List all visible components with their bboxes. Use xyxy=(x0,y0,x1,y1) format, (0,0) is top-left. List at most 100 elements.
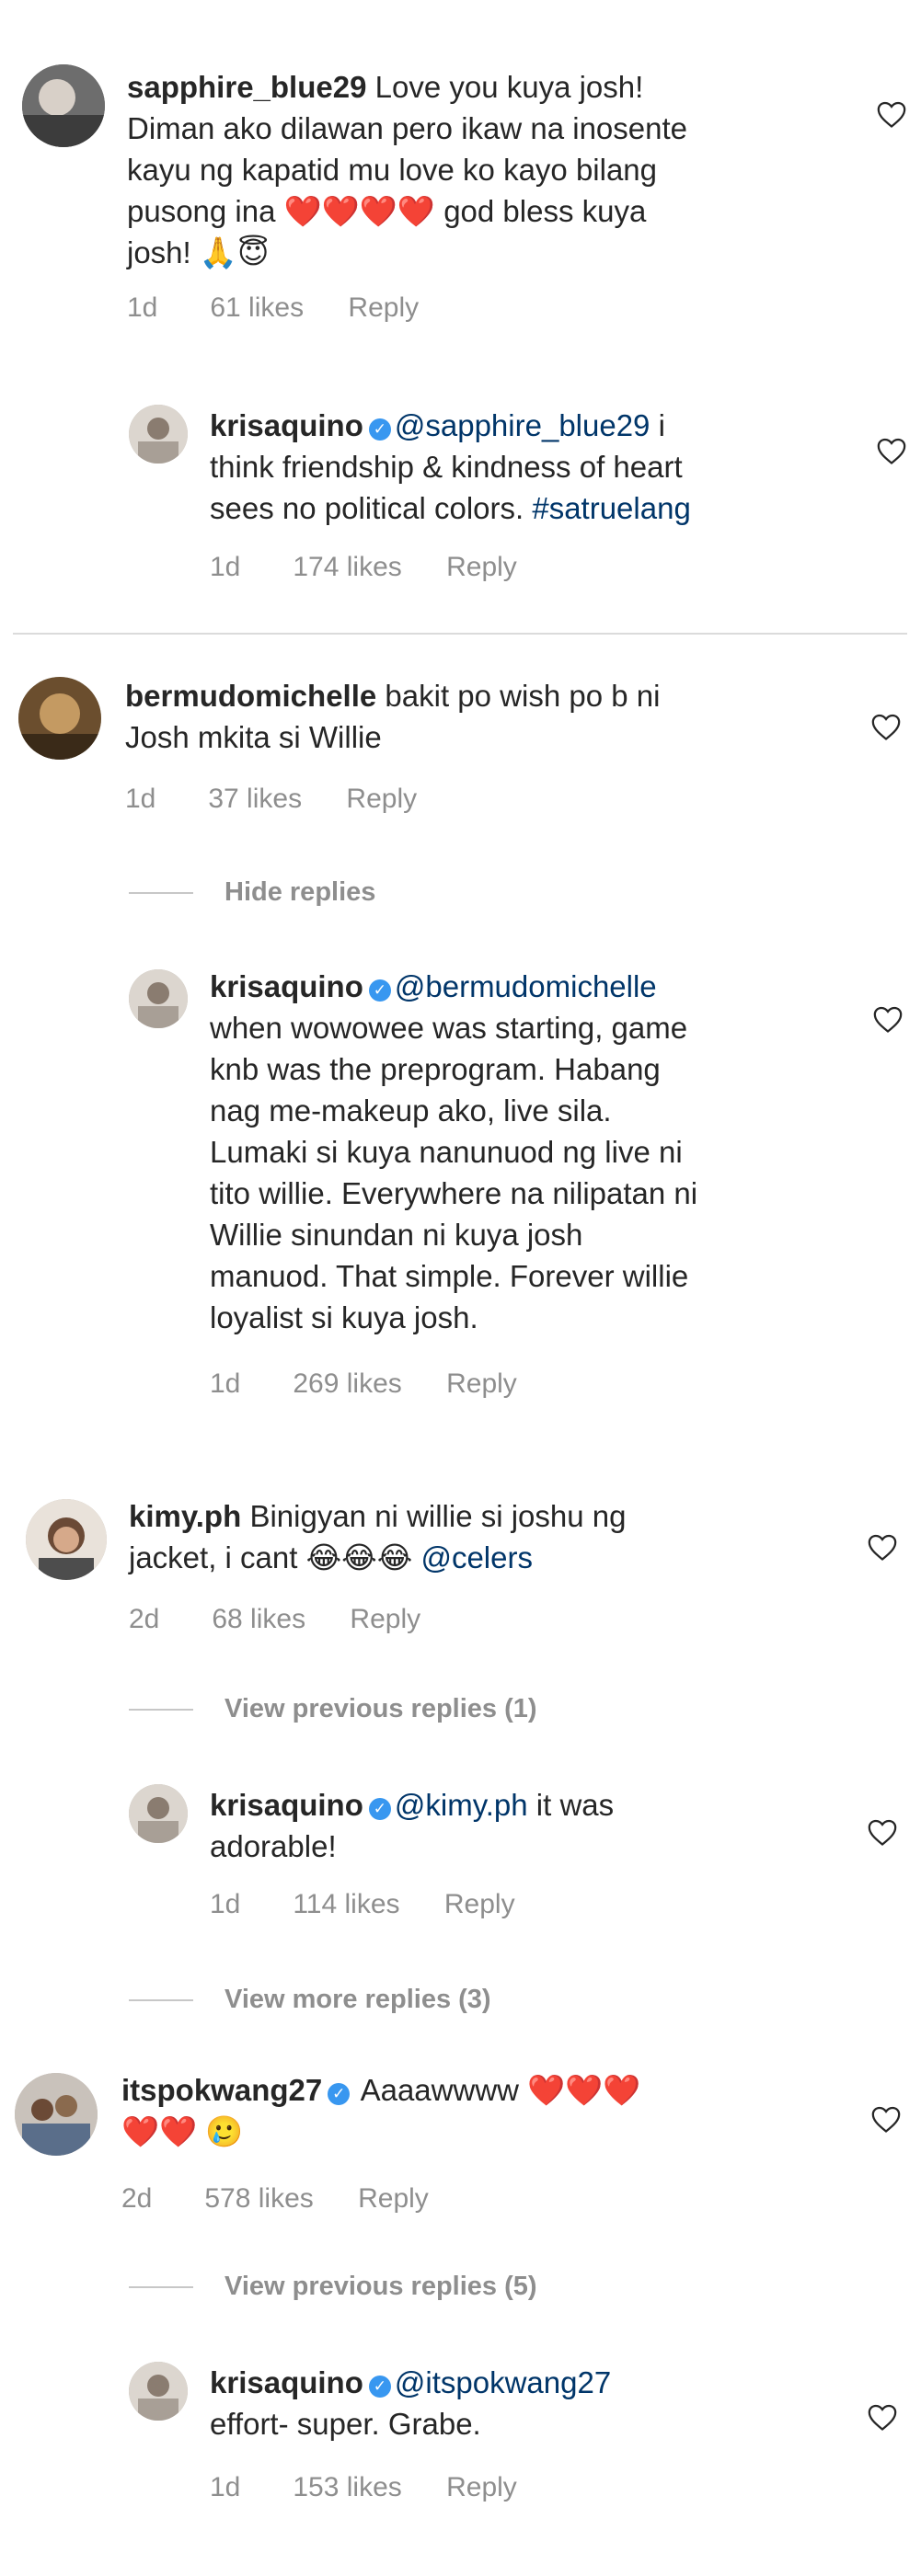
username[interactable]: krisaquino xyxy=(210,408,363,442)
toggle-label: View more replies (3) xyxy=(224,1985,491,2014)
toggle-line xyxy=(129,892,193,895)
comment-meta: 2d 578 likes Reply xyxy=(121,2183,429,2215)
comment-text: krisaquino ✓ @itspokwang27 effort- super. … xyxy=(210,2362,854,2444)
reply-button[interactable]: Reply xyxy=(444,1889,515,1920)
comment-line: Aaaawwww xyxy=(360,2073,519,2107)
avatar[interactable] xyxy=(18,677,101,760)
like-heart-icon[interactable] xyxy=(872,1004,904,1034)
timestamp: 1d xyxy=(210,1368,241,1399)
toggle-label: Hide replies xyxy=(224,877,376,907)
comment-text: itspokwang27 ✓ Aaaawwww ❤️❤️❤️ ❤️❤️ 🥲 xyxy=(121,2069,821,2152)
emoji-hearts: ❤️❤️ 🥲 xyxy=(121,2114,244,2148)
comment-line: knb was the preprogram. Habang xyxy=(210,1052,661,1086)
comment-line: think friendship & kindness of heart xyxy=(210,450,683,484)
mention-link[interactable]: @celers xyxy=(420,1540,533,1574)
timestamp: 2d xyxy=(129,1604,160,1634)
like-heart-icon[interactable] xyxy=(876,99,907,129)
verified-badge-icon: ✓ xyxy=(368,2376,391,2398)
reply-button[interactable]: Reply xyxy=(348,292,419,324)
comment-text: krisaquino ✓ @bermudomichelle when wowowee… xyxy=(210,966,854,1338)
avatar[interactable] xyxy=(129,405,188,464)
mention-link[interactable]: @bermudomichelle xyxy=(395,969,657,1003)
like-heart-icon[interactable] xyxy=(870,2104,902,2134)
comment-text: krisaquino ✓ @kimy.ph it was adorable! xyxy=(210,1784,854,1867)
comment-line: it was xyxy=(535,1788,615,1822)
comment-meta: 2d 68 likes Reply xyxy=(129,1604,420,1635)
comment-line: manuod. That simple. Forever willie xyxy=(210,1259,689,1293)
like-heart-icon[interactable] xyxy=(870,712,902,741)
like-count[interactable]: 269 likes xyxy=(293,1368,401,1400)
comment-meta: 1d 61 likes Reply xyxy=(127,292,419,324)
comment-text: sapphire_blue29 Love you kuya josh! Dima… xyxy=(127,66,845,273)
comment-meta: 1d 153 likes Reply xyxy=(210,2472,517,2503)
like-heart-icon[interactable] xyxy=(867,1817,898,1847)
comment-line: Lumaki si kuya nanunuod ng live ni xyxy=(210,1135,683,1169)
hide-replies-toggle[interactable]: Hide replies xyxy=(129,877,375,908)
like-count[interactable]: 114 likes xyxy=(293,1889,399,1920)
mention-link[interactable]: @sapphire_blue29 xyxy=(395,408,650,442)
avatar[interactable] xyxy=(15,2073,98,2156)
reply-button[interactable]: Reply xyxy=(446,2472,517,2503)
reply-button[interactable]: Reply xyxy=(350,1604,420,1635)
comment-line: Binigyan ni willie si joshu ng xyxy=(249,1499,627,1533)
avatar[interactable] xyxy=(26,1499,107,1580)
mention-link[interactable]: @itspokwang27 xyxy=(395,2365,611,2399)
username[interactable]: krisaquino xyxy=(210,969,363,1003)
emoji-hearts: ❤️❤️❤️ xyxy=(527,2073,641,2107)
comment-line: adorable! xyxy=(210,1829,337,1863)
timestamp: 2d xyxy=(121,2183,153,2214)
comment-line: i xyxy=(658,408,665,442)
comment-line: pusong ina xyxy=(127,194,276,228)
toggle-label: View previous replies (1) xyxy=(224,1694,537,1723)
view-more-replies-toggle[interactable]: View more replies (3) xyxy=(129,1985,491,2015)
reply-button[interactable]: Reply xyxy=(446,1368,517,1400)
timestamp: 1d xyxy=(210,1889,241,1919)
comment-meta: 1d 269 likes Reply xyxy=(210,1368,517,1400)
verified-badge-icon: ✓ xyxy=(368,979,391,1002)
toggle-line xyxy=(129,2286,193,2289)
like-count[interactable]: 174 likes xyxy=(293,552,401,583)
comment-text: kimy.ph Binigyan ni willie si joshu ng j… xyxy=(129,1495,828,1578)
avatar[interactable] xyxy=(22,64,105,147)
view-previous-replies-toggle[interactable]: View previous replies (5) xyxy=(129,2272,537,2302)
reply-button[interactable]: Reply xyxy=(358,2183,429,2215)
like-count[interactable]: 61 likes xyxy=(210,292,304,324)
like-count[interactable]: 68 likes xyxy=(212,1604,305,1635)
timestamp: 1d xyxy=(210,2472,241,2502)
comment-line: jacket, i cant xyxy=(129,1540,298,1574)
comment-line: josh! xyxy=(127,235,191,269)
avatar[interactable] xyxy=(129,969,188,1028)
comment-text: krisaquino ✓ @sapphire_blue29 i think frie… xyxy=(210,405,854,529)
comment-line: bakit po wish po b ni xyxy=(385,679,661,713)
verified-badge-icon: ✓ xyxy=(328,2083,351,2105)
comment-meta: 1d 174 likes Reply xyxy=(210,552,517,583)
comment-line: tito willie. Everywhere na nilipatan ni xyxy=(210,1176,698,1210)
like-heart-icon[interactable] xyxy=(876,436,907,465)
reply-button[interactable]: Reply xyxy=(346,784,417,815)
like-heart-icon[interactable] xyxy=(867,1532,898,1562)
avatar[interactable] xyxy=(129,1784,188,1843)
like-count[interactable]: 153 likes xyxy=(293,2472,401,2503)
hashtag-link[interactable]: #satruelang xyxy=(532,491,690,525)
avatar[interactable] xyxy=(129,2362,188,2421)
comment-line: sees no political colors. xyxy=(210,491,524,525)
username[interactable]: bermudomichelle xyxy=(125,679,376,713)
like-heart-icon[interactable] xyxy=(867,2402,898,2432)
comment-line: nag me-makeup ako, live sila. xyxy=(210,1093,612,1128)
username[interactable]: krisaquino xyxy=(210,1788,363,1822)
mention-link[interactable]: @kimy.ph xyxy=(395,1788,528,1822)
username[interactable]: krisaquino xyxy=(210,2365,363,2399)
like-count[interactable]: 37 likes xyxy=(208,784,302,815)
comment-line: god bless kuya xyxy=(443,194,647,228)
toggle-line xyxy=(129,1999,193,2002)
view-previous-replies-toggle[interactable]: View previous replies (1) xyxy=(129,1694,537,1724)
username[interactable]: kimy.ph xyxy=(129,1499,241,1533)
reply-button[interactable]: Reply xyxy=(446,552,517,583)
username[interactable]: itspokwang27 xyxy=(121,2073,322,2107)
comment-line: Diman ako dilawan pero ikaw na inosente xyxy=(127,111,688,145)
like-count[interactable]: 578 likes xyxy=(204,2183,313,2215)
username[interactable]: sapphire_blue29 xyxy=(127,70,366,104)
comment-meta: 1d 114 likes Reply xyxy=(210,1889,515,1920)
divider xyxy=(13,633,907,635)
comment-line: loyalist si kuya josh. xyxy=(210,1300,478,1334)
